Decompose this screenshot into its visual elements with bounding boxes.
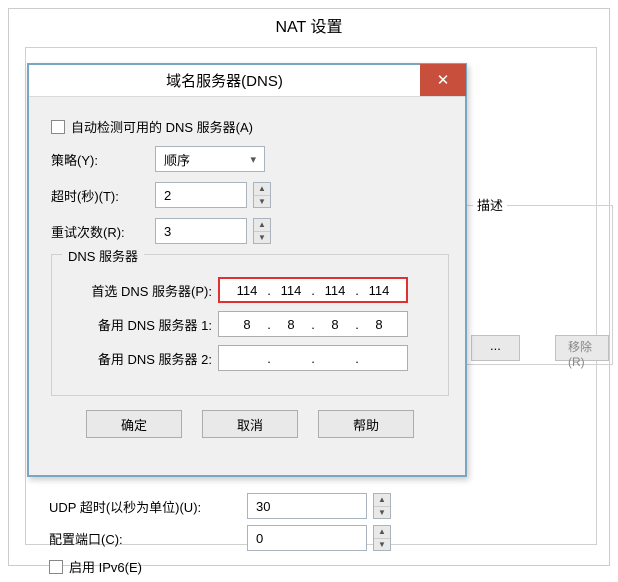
ip-dot: . xyxy=(309,283,317,298)
alt2-dns-label: 备用 DNS 服务器 2: xyxy=(66,349,218,368)
udp-timeout-label: UDP 超时(以秒为单位)(U): xyxy=(49,497,239,516)
cancel-button[interactable]: 取消 xyxy=(202,410,298,438)
help-label: 帮助 xyxy=(353,415,379,434)
timeout-value: 2 xyxy=(164,188,171,203)
group-title: DNS 服务器 xyxy=(62,246,144,265)
close-icon: ✕ xyxy=(437,71,450,89)
timeout-spinner[interactable]: ▲ ▼ xyxy=(253,182,271,208)
ip-octet: 8 xyxy=(317,317,353,332)
ip-octet: 114 xyxy=(273,283,309,298)
policy-row: 策略(Y): 顺序 ▾ xyxy=(51,146,449,172)
dialog-title: 域名服务器(DNS) xyxy=(29,70,420,91)
ellipsis-label: ... xyxy=(490,338,501,353)
udp-timeout-value: 30 xyxy=(256,499,270,514)
ip-dot: . xyxy=(309,351,317,366)
ip-octet: 8 xyxy=(273,317,309,332)
dialog-body: 自动检测可用的 DNS 服务器(A) 策略(Y): 顺序 ▾ 超时(秒)(T):… xyxy=(29,97,465,438)
udp-timeout-input[interactable]: 30 xyxy=(247,493,367,519)
alt1-dns-input[interactable]: 8. 8. 8. 8 xyxy=(218,311,408,337)
dialog-titlebar: 域名服务器(DNS) ✕ xyxy=(29,65,465,97)
dns-servers-group: DNS 服务器 首选 DNS 服务器(P): 114. 114. 114. 11… xyxy=(51,254,449,396)
auto-detect-checkbox[interactable] xyxy=(51,120,65,134)
alt2-dns-row: 备用 DNS 服务器 2: . . . xyxy=(66,345,434,371)
port-value: 0 xyxy=(256,531,263,546)
ip-octet: 8 xyxy=(229,317,265,332)
timeout-label: 超时(秒)(T): xyxy=(51,186,147,205)
port-input[interactable]: 0 xyxy=(247,525,367,551)
root-border: NAT 设置 描述 ... 移除(R) 域名服务器(DNS) ✕ 自动检测可用的… xyxy=(8,8,610,566)
retry-value: 3 xyxy=(164,224,171,239)
retry-label: 重试次数(R): xyxy=(51,222,147,241)
description-label: 描述 xyxy=(473,195,507,214)
spinner-up-icon: ▲ xyxy=(254,219,270,232)
close-button[interactable]: ✕ xyxy=(420,64,466,96)
port-label: 配置端口(C): xyxy=(49,529,239,548)
alt1-dns-row: 备用 DNS 服务器 1: 8. 8. 8. 8 xyxy=(66,311,434,337)
auto-detect-row: 自动检测可用的 DNS 服务器(A) xyxy=(51,117,449,136)
timeout-row: 超时(秒)(T): 2 ▲ ▼ xyxy=(51,182,449,208)
spinner-up-icon: ▲ xyxy=(254,183,270,196)
lower-settings: UDP 超时(以秒为单位)(U): 30 ▲ ▼ 配置端口(C): 0 ▲ ▼ … xyxy=(49,487,589,582)
ip-dot: . xyxy=(265,351,273,366)
ip-octet: 114 xyxy=(317,283,353,298)
policy-select[interactable]: 顺序 ▾ xyxy=(155,146,265,172)
spinner-down-icon: ▼ xyxy=(374,539,390,551)
chevron-down-icon: ▾ xyxy=(250,153,256,166)
spinner-up-icon: ▲ xyxy=(374,526,390,539)
ip-dot: . xyxy=(353,283,361,298)
ip-dot: . xyxy=(265,317,273,332)
ellipsis-button[interactable]: ... xyxy=(471,335,520,361)
alt2-dns-input[interactable]: . . . xyxy=(218,345,408,371)
spinner-down-icon: ▼ xyxy=(374,507,390,519)
policy-value: 顺序 xyxy=(164,150,190,169)
retry-input[interactable]: 3 xyxy=(155,218,247,244)
ip-octet: 114 xyxy=(229,283,265,298)
auto-detect-label: 自动检测可用的 DNS 服务器(A) xyxy=(71,117,253,136)
retry-row: 重试次数(R): 3 ▲ ▼ xyxy=(51,218,449,244)
spinner-up-icon: ▲ xyxy=(374,494,390,507)
udp-timeout-spinner[interactable]: ▲ ▼ xyxy=(373,493,391,519)
alt1-dns-label: 备用 DNS 服务器 1: xyxy=(66,315,218,334)
remove-button[interactable]: 移除(R) xyxy=(555,335,609,361)
ip-octet: 8 xyxy=(361,317,397,332)
cancel-label: 取消 xyxy=(237,415,263,434)
primary-dns-label: 首选 DNS 服务器(P): xyxy=(66,281,218,300)
spinner-down-icon: ▼ xyxy=(254,232,270,244)
udp-timeout-row: UDP 超时(以秒为单位)(U): 30 ▲ ▼ xyxy=(49,493,589,519)
port-spinner[interactable]: ▲ ▼ xyxy=(373,525,391,551)
help-button[interactable]: 帮助 xyxy=(318,410,414,438)
spinner-down-icon: ▼ xyxy=(254,196,270,208)
ip-dot: . xyxy=(353,351,361,366)
dns-dialog: 域名服务器(DNS) ✕ 自动检测可用的 DNS 服务器(A) 策略(Y): 顺… xyxy=(27,63,467,477)
nat-title: NAT 设置 xyxy=(9,13,609,37)
ip-dot: . xyxy=(353,317,361,332)
policy-label: 策略(Y): xyxy=(51,150,147,169)
ipv6-label: 启用 IPv6(E) xyxy=(69,557,142,576)
dialog-button-row: 确定 取消 帮助 xyxy=(51,410,449,438)
ip-octet: 114 xyxy=(361,283,397,298)
port-row: 配置端口(C): 0 ▲ ▼ xyxy=(49,525,589,551)
ipv6-row: 启用 IPv6(E) xyxy=(49,557,589,576)
retry-spinner[interactable]: ▲ ▼ xyxy=(253,218,271,244)
ok-button[interactable]: 确定 xyxy=(86,410,182,438)
timeout-input[interactable]: 2 xyxy=(155,182,247,208)
ip-dot: . xyxy=(265,283,273,298)
ip-dot: . xyxy=(309,317,317,332)
primary-dns-row: 首选 DNS 服务器(P): 114. 114. 114. 114 xyxy=(66,277,434,303)
ok-label: 确定 xyxy=(121,415,147,434)
primary-dns-input[interactable]: 114. 114. 114. 114 xyxy=(218,277,408,303)
ipv6-checkbox[interactable] xyxy=(49,560,63,574)
